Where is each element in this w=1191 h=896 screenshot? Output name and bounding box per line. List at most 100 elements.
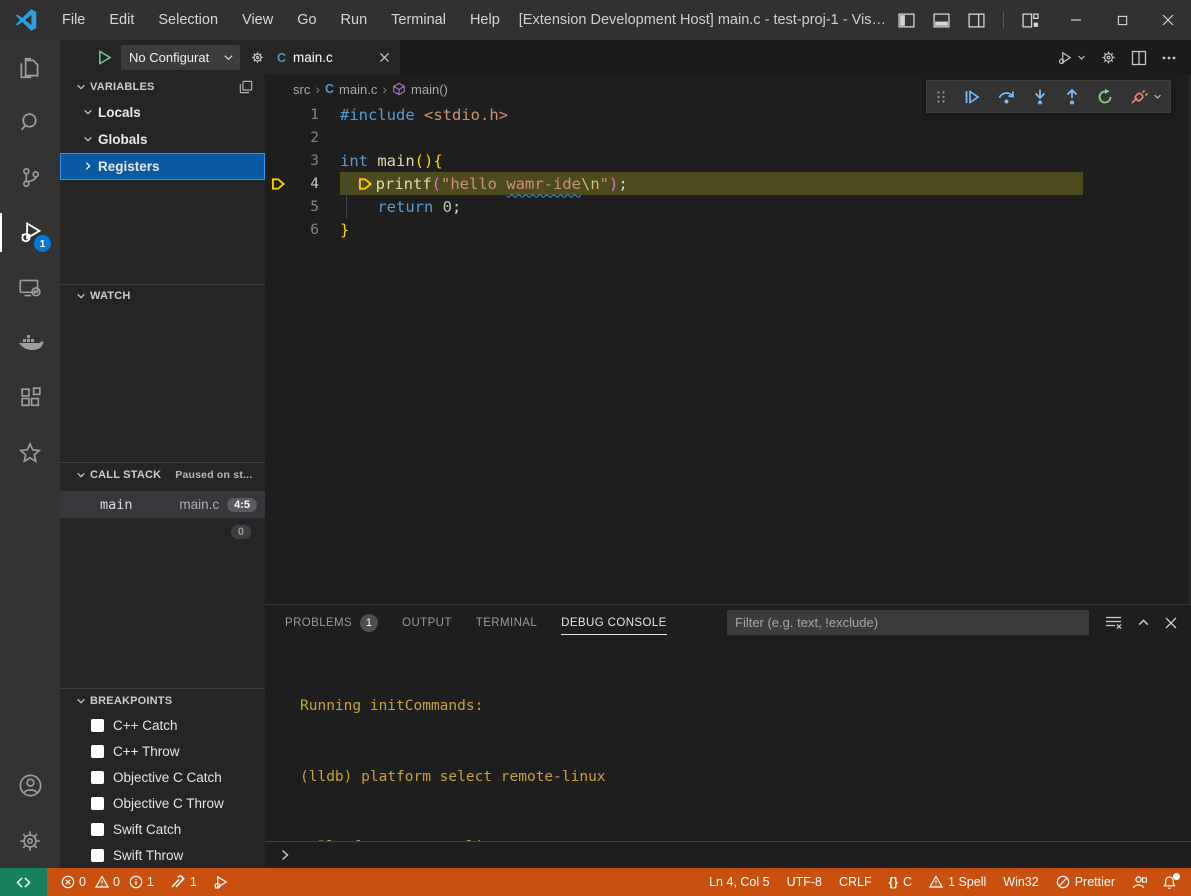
breakpoint-checkbox[interactable] — [91, 823, 104, 836]
toolchain-status[interactable]: 1 — [170, 875, 197, 889]
menu-edit[interactable]: Edit — [98, 8, 145, 32]
debug-configuration-dropdown[interactable]: No Configurat — [121, 45, 240, 70]
glyph-margin[interactable] — [265, 149, 291, 172]
minimize-button[interactable] — [1053, 0, 1099, 40]
breadcrumb-symbol[interactable]: main() — [411, 82, 448, 97]
breakpoint-row-swift-catch[interactable]: Swift Catch — [60, 816, 265, 842]
menu-go[interactable]: Go — [286, 8, 327, 32]
variables-scope-locals[interactable]: Locals — [60, 99, 265, 126]
remote-indicator[interactable] — [0, 868, 47, 896]
sidebar-item-favorites[interactable] — [0, 425, 60, 480]
debug-console-output[interactable]: Running initCommands: (lldb) platform se… — [265, 640, 1191, 841]
glyph-margin[interactable] — [265, 126, 291, 149]
menu-terminal[interactable]: Terminal — [380, 8, 457, 32]
tab-problems[interactable]: PROBLEMS 1 — [285, 605, 378, 640]
breakpoint-row-cpp-catch[interactable]: C++ Catch — [60, 712, 265, 738]
formatter-status[interactable]: Prettier — [1056, 875, 1115, 889]
language-mode[interactable]: {} C — [889, 875, 912, 889]
cursor-position[interactable]: Ln 4, Col 5 — [709, 875, 769, 889]
notifications-bell-button[interactable] — [1162, 875, 1177, 890]
sidebar-item-remote-explorer[interactable] — [0, 260, 60, 315]
feedback-button[interactable] — [1132, 875, 1148, 890]
tab-terminal[interactable]: TERMINAL — [476, 605, 537, 640]
step-out-button[interactable] — [1064, 88, 1080, 106]
tab-debug-console[interactable]: DEBUG CONSOLE — [561, 605, 667, 640]
code-editor[interactable]: src › C main.c › main() 1#include <stdio… — [265, 75, 1191, 604]
debug-status-icon-button[interactable] — [213, 874, 230, 890]
glyph-margin[interactable] — [265, 218, 291, 241]
toggle-secondary-sidebar-icon[interactable] — [964, 8, 989, 33]
breakpoint-checkbox[interactable] — [91, 719, 104, 732]
tab-main-c[interactable]: C main.c — [265, 40, 400, 75]
variables-scope-globals[interactable]: Globals — [60, 126, 265, 153]
manage-button[interactable] — [0, 813, 60, 868]
toggle-panel-icon[interactable] — [929, 8, 954, 33]
open-launch-config-icon[interactable] — [250, 50, 265, 65]
stack-frame-row[interactable]: main main.c 4:5 — [60, 491, 265, 518]
toggle-sidebar-icon[interactable] — [894, 8, 919, 33]
maximize-button[interactable] — [1099, 0, 1145, 40]
breadcrumb-src[interactable]: src — [293, 82, 310, 97]
close-panel-icon[interactable] — [1165, 617, 1177, 629]
problems-status[interactable]: 0 0 1 — [61, 875, 154, 889]
continue-button[interactable] — [963, 88, 981, 106]
start-debugging-icon[interactable] — [97, 50, 112, 65]
split-editor-icon[interactable] — [1131, 50, 1147, 66]
toolbar-drag-handle[interactable] — [935, 90, 947, 104]
sidebar-item-source-control[interactable] — [0, 150, 60, 205]
accounts-button[interactable] — [0, 758, 60, 813]
console-input-row[interactable] — [265, 841, 1191, 868]
call-stack-section-header[interactable]: CALL STACK Paused on st... — [60, 462, 265, 486]
variables-section-header[interactable]: VARIABLES — [60, 75, 265, 99]
breakpoints-section-header[interactable]: BREAKPOINTS — [60, 688, 265, 712]
breakpoint-checkbox[interactable] — [91, 797, 104, 810]
restart-button[interactable] — [1096, 88, 1114, 106]
menu-help[interactable]: Help — [459, 8, 511, 32]
step-over-button[interactable] — [997, 88, 1016, 106]
menu-view[interactable]: View — [231, 8, 284, 32]
console-filter-input[interactable] — [727, 610, 1089, 635]
breakpoint-row-objc-throw[interactable]: Objective C Throw — [60, 790, 265, 816]
platform-indicator[interactable]: Win32 — [1003, 875, 1038, 889]
customize-layout-icon[interactable] — [1018, 8, 1043, 33]
sidebar-item-explorer[interactable] — [0, 40, 60, 95]
menu-file[interactable]: File — [51, 8, 96, 32]
breakpoint-row-cpp-throw[interactable]: C++ Throw — [60, 738, 265, 764]
code-line-6[interactable]: 6} — [265, 218, 1189, 241]
code-line-5[interactable]: 5 return 0; — [265, 195, 1189, 218]
breakpoint-checkbox[interactable] — [91, 771, 104, 784]
sidebar-item-extensions[interactable] — [0, 370, 60, 425]
close-tab-icon[interactable] — [379, 52, 390, 63]
code-line-3[interactable]: 3int main(){ — [265, 149, 1189, 172]
glyph-margin[interactable] — [265, 195, 291, 218]
variables-scope-registers[interactable]: Registers — [60, 153, 265, 180]
settings-gear-icon[interactable] — [1100, 49, 1117, 66]
code-line-4[interactable]: 4 printf("hello wamr-ide\n"); — [265, 172, 1189, 195]
eol-indicator[interactable]: CRLF — [839, 875, 872, 889]
run-or-debug-button[interactable] — [1056, 49, 1086, 67]
watch-section-header[interactable]: WATCH — [60, 284, 265, 308]
spell-checker-status[interactable]: 1 Spell — [929, 875, 986, 889]
glyph-margin[interactable] — [265, 103, 291, 126]
sidebar-item-run-debug[interactable]: 1 — [0, 205, 60, 260]
breadcrumb-file[interactable]: main.c — [339, 82, 377, 97]
maximize-panel-icon[interactable] — [1137, 616, 1150, 629]
breakpoint-row-swift-throw[interactable]: Swift Throw — [60, 842, 265, 868]
step-into-button[interactable] — [1032, 88, 1048, 106]
encoding-indicator[interactable]: UTF-8 — [787, 875, 822, 889]
collapse-all-icon[interactable] — [239, 80, 253, 94]
code-line-2[interactable]: 2 — [265, 126, 1189, 149]
breakpoint-checkbox[interactable] — [91, 849, 104, 862]
more-actions-icon[interactable] — [1161, 50, 1177, 66]
clear-console-icon[interactable] — [1105, 615, 1122, 630]
menu-selection[interactable]: Selection — [147, 8, 229, 32]
disconnect-button[interactable] — [1130, 89, 1162, 105]
breakpoint-checkbox[interactable] — [91, 745, 104, 758]
breakpoint-row-objc-catch[interactable]: Objective C Catch — [60, 764, 265, 790]
stack-frame-arrow-icon[interactable] — [265, 172, 291, 195]
tab-output[interactable]: OUTPUT — [402, 605, 452, 640]
sidebar-item-search[interactable] — [0, 95, 60, 150]
sidebar-item-docker[interactable] — [0, 315, 60, 370]
close-window-button[interactable] — [1145, 0, 1191, 40]
menu-run[interactable]: Run — [330, 8, 379, 32]
